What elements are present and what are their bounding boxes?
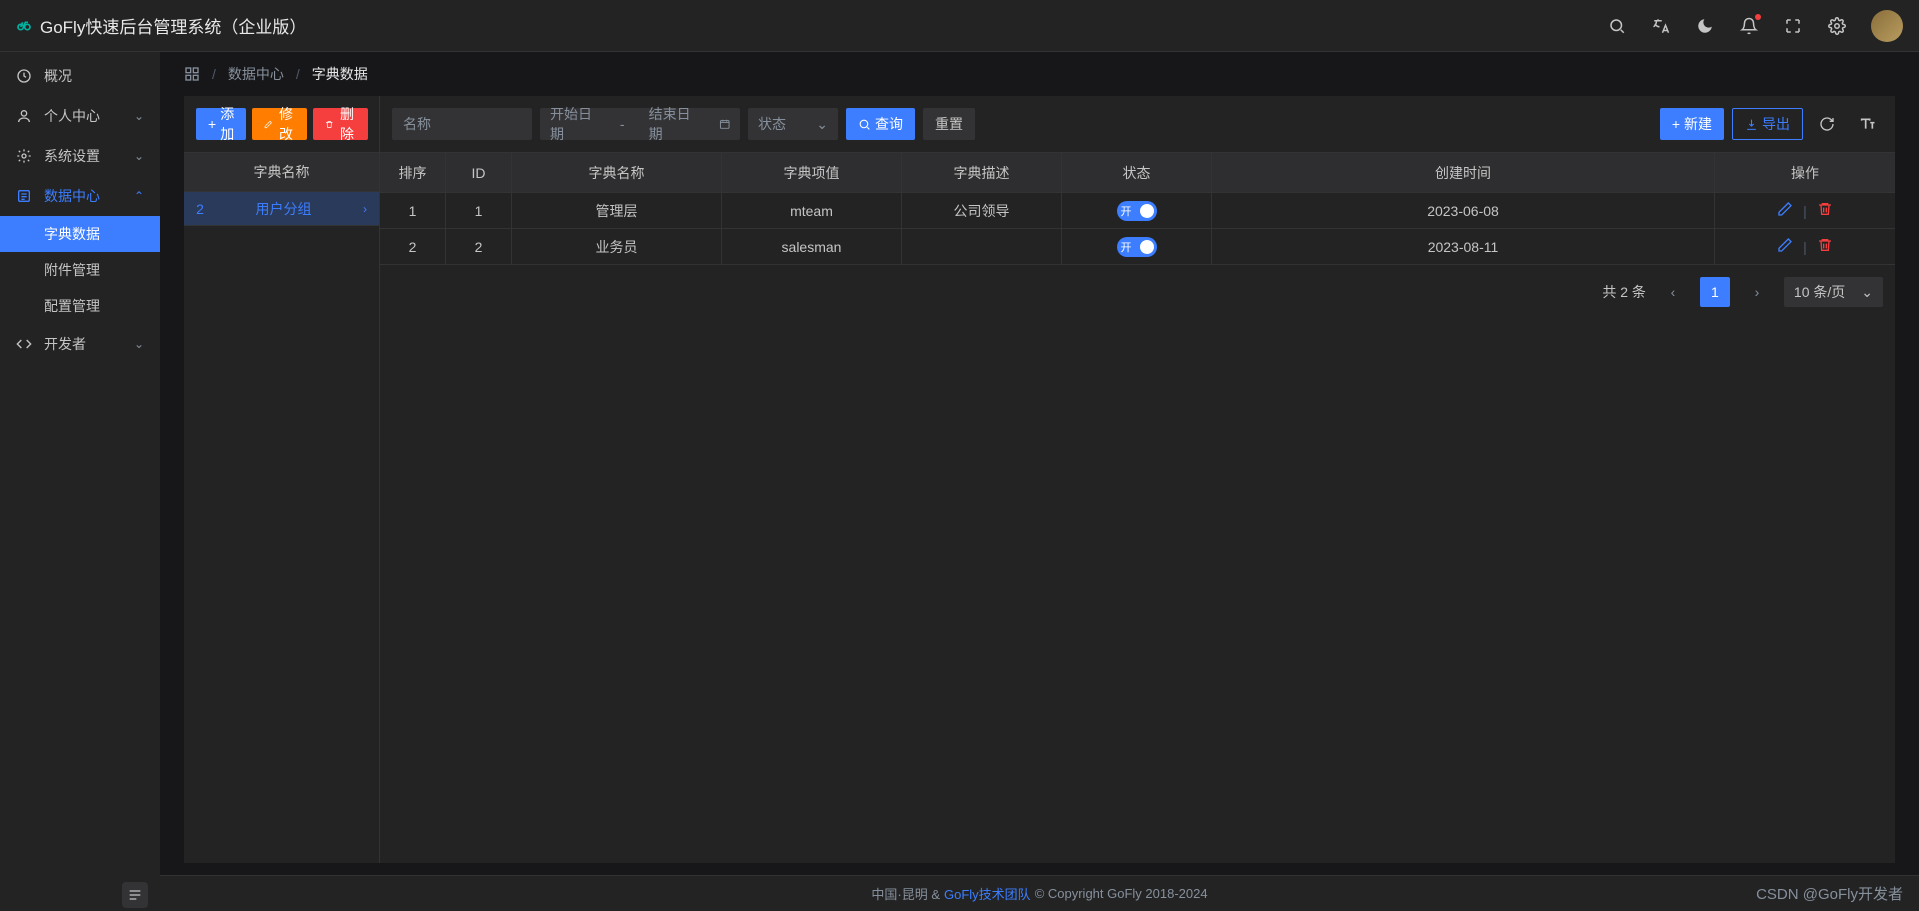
sidebar-item-label: 数据中心 [44,186,100,206]
dict-category-panel: + 添加 修改 删除 字典名称 2 用户分组 › [184,96,380,863]
theme-icon[interactable] [1687,8,1723,44]
sidebar-item-label: 开发者 [44,334,86,354]
date-range-picker[interactable]: 开始日期 - 结束日期 [540,108,740,140]
sidebar-item-label: 系统设置 [44,146,100,166]
name-input[interactable] [392,108,532,140]
sidebar-item-label: 概况 [44,66,72,86]
fullscreen-icon[interactable] [1775,8,1811,44]
pagination-total: 共 2 条 [1602,282,1646,302]
page-size-select[interactable]: 10 条/页 ⌄ [1784,277,1883,307]
edit-icon [1777,201,1793,217]
user-icon [16,108,32,124]
sidebar-item-label: 个人中心 [44,106,100,126]
col-sort: 排序 [380,153,446,192]
team-link[interactable]: GoFly技术团队 [944,884,1031,903]
search-button[interactable]: 查询 [846,108,915,140]
chevron-down-icon: ⌄ [1861,284,1873,301]
menu-collapse-icon [127,887,143,903]
pagination: 共 2 条 ‹ 1 › 10 条/页 ⌄ [380,265,1895,319]
table-row: 2 2 业务员 salesman 开 2023-08-11 | [380,229,1895,265]
notification-icon[interactable] [1731,8,1767,44]
sidebar-item-data[interactable]: 数据中心 ⌃ [0,176,160,216]
list-icon [16,188,32,204]
col-id: ID [446,153,512,192]
filter-bar: 开始日期 - 结束日期 状态 ⌄ 查询 重置 + 新建 [380,96,1895,152]
next-page-button[interactable]: › [1742,277,1772,307]
edit-icon [264,118,273,131]
footer: 中国·昆明 & GoFly技术团队 © Copyright GoFly 2018… [160,875,1919,911]
status-select[interactable]: 状态 ⌄ [748,108,838,140]
category-name: 用户分组 [216,199,351,219]
table-row: 1 1 管理层 mteam 公司领导 开 2023-06-08 | [380,193,1895,229]
sidebar-item-profile[interactable]: 个人中心 ⌄ [0,96,160,136]
refresh-button[interactable] [1811,108,1843,140]
settings-icon[interactable] [1819,8,1855,44]
search-icon[interactable] [1599,8,1635,44]
download-icon [1745,118,1758,131]
avatar[interactable] [1871,10,1903,42]
delete-button[interactable]: 删除 [313,108,368,140]
watermark: CSDN @GoFly开发者 [1756,883,1903,904]
column-button[interactable] [1851,108,1883,140]
col-op: 操作 [1715,153,1895,192]
col-value: 字典项值 [722,153,902,192]
row-delete-button[interactable] [1817,201,1833,220]
row-edit-button[interactable] [1777,201,1793,220]
edit-button[interactable]: 修改 [252,108,307,140]
reset-button[interactable]: 重置 [923,108,975,140]
dashboard-icon [16,68,32,84]
trash-icon [325,118,334,131]
text-size-icon [1859,116,1875,132]
breadcrumb-current: 字典数据 [312,64,368,84]
edit-icon [1777,237,1793,253]
code-icon [16,336,32,352]
col-name: 字典名称 [512,153,722,192]
sidebar: 概况 个人中心 ⌄ 系统设置 ⌄ 数据中心 ⌃ 字典数据 [0,52,160,911]
row-delete-button[interactable] [1817,237,1833,256]
sidebar-sub-dict[interactable]: 字典数据 [0,216,160,252]
create-button[interactable]: + 新建 [1660,108,1724,140]
breadcrumb-item[interactable]: 数据中心 [228,64,284,84]
app-title: GoFly快速后台管理系统（企业版） [40,13,306,38]
col-time: 创建时间 [1212,153,1715,192]
category-row[interactable]: 2 用户分组 › [184,192,379,226]
category-header: 字典名称 [184,152,379,192]
row-edit-button[interactable] [1777,237,1793,256]
sidebar-sub-config[interactable]: 配置管理 [0,288,160,324]
chevron-up-icon: ⌃ [134,189,144,203]
refresh-icon [1819,116,1835,132]
search-icon [858,118,871,131]
language-icon[interactable] [1643,8,1679,44]
col-desc: 字典描述 [902,153,1062,192]
sidebar-item-developer[interactable]: 开发者 ⌄ [0,324,160,364]
col-status: 状态 [1062,153,1212,192]
breadcrumb: / 数据中心 / 字典数据 [160,52,1919,96]
trash-icon [1817,237,1833,253]
logo[interactable]: GoFly快速后台管理系统（企业版） [16,13,306,39]
app-header: GoFly快速后台管理系统（企业版） [0,0,1919,52]
apps-icon[interactable] [184,66,200,82]
chevron-down-icon: ⌄ [134,337,144,351]
prev-page-button[interactable]: ‹ [1658,277,1688,307]
chevron-right-icon: › [351,202,379,216]
sidebar-sub-attach[interactable]: 附件管理 [0,252,160,288]
logo-icon [16,13,32,39]
chevron-down-icon: ⌄ [134,109,144,123]
data-table: 排序 ID 字典名称 字典项值 字典描述 状态 创建时间 操作 1 1 管理层 … [380,152,1895,265]
sidebar-item-system[interactable]: 系统设置 ⌄ [0,136,160,176]
chevron-down-icon: ⌄ [134,149,144,163]
gear-icon [16,148,32,164]
collapse-sidebar-button[interactable] [122,882,148,908]
calendar-icon [719,117,730,131]
status-switch[interactable]: 开 [1117,237,1157,257]
trash-icon [1817,201,1833,217]
page-number[interactable]: 1 [1700,277,1730,307]
category-idx: 2 [184,201,216,217]
chevron-down-icon: ⌄ [816,116,828,133]
add-button[interactable]: + 添加 [196,108,246,140]
status-switch[interactable]: 开 [1117,201,1157,221]
export-button[interactable]: 导出 [1732,108,1803,140]
sidebar-item-overview[interactable]: 概况 [0,56,160,96]
